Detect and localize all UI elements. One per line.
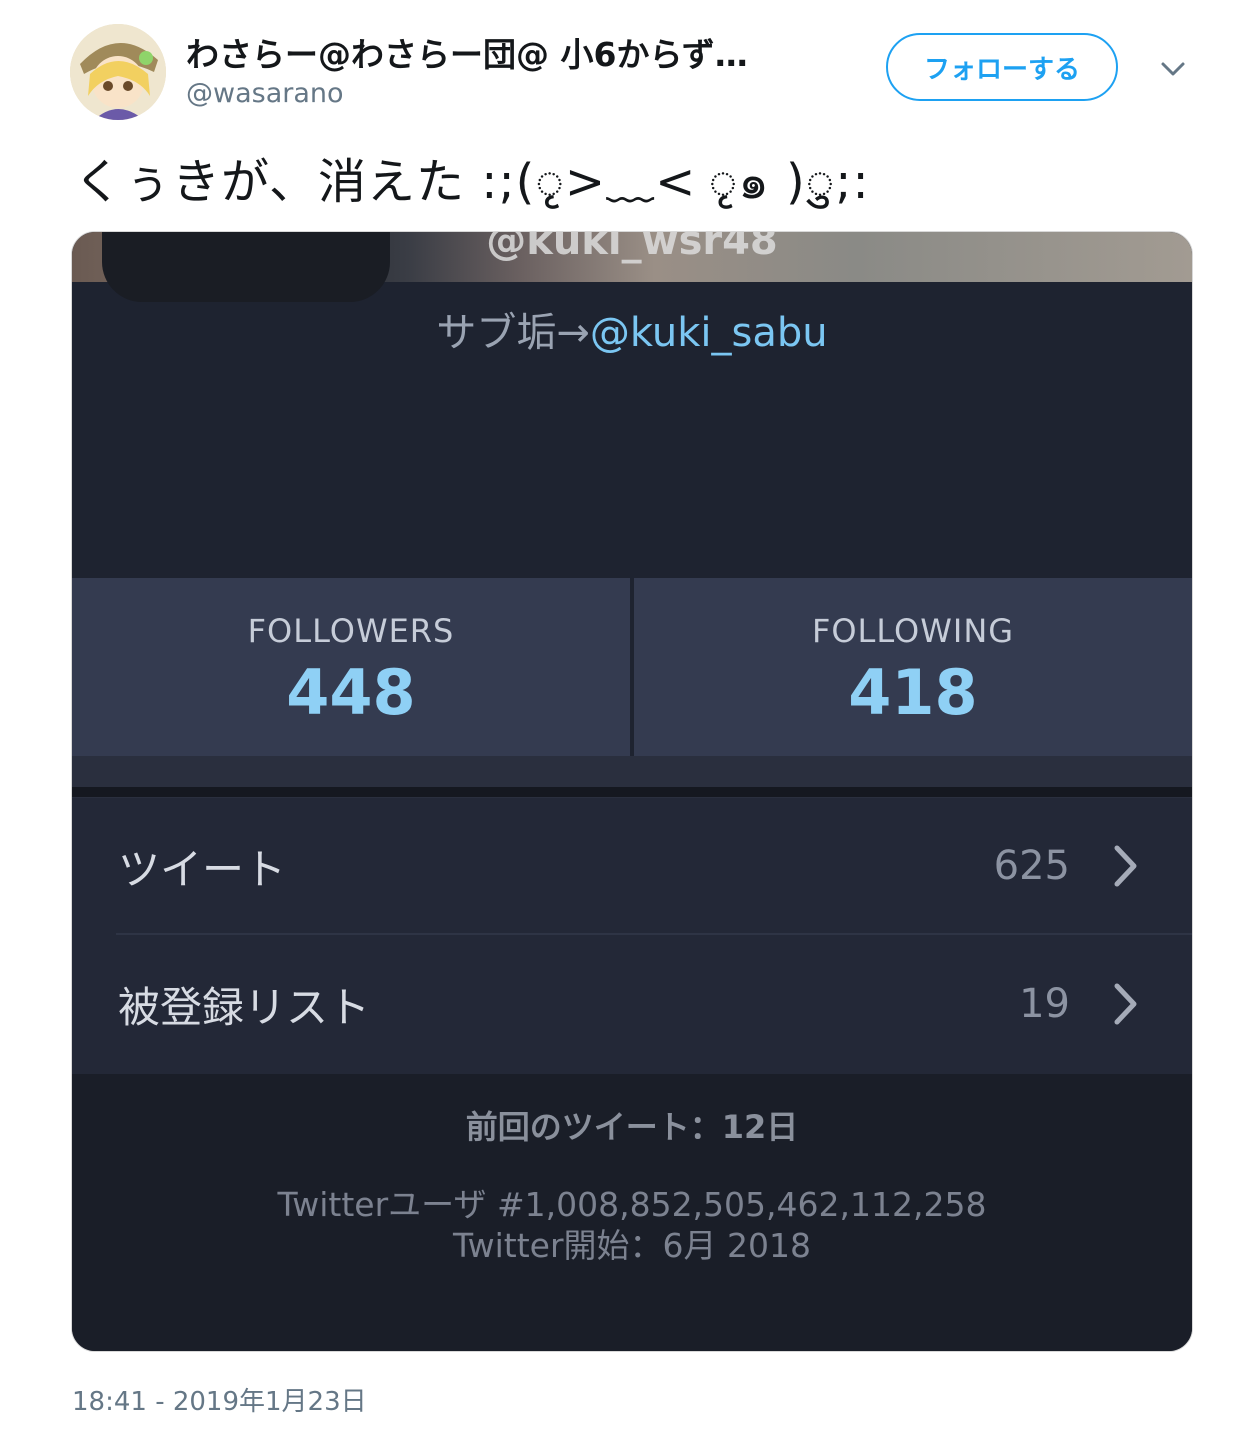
tweet-image[interactable]: @kuki_wsr48 サブ垢→@kuki_sabu FOLLOWERS 448… — [71, 231, 1193, 1352]
avatar-image — [70, 24, 166, 120]
user-name[interactable]: わさらー@わさらー団@ 小6からず… — [186, 28, 748, 76]
followers-value: 448 — [286, 656, 416, 729]
followers-label: FOLLOWERS — [247, 612, 455, 650]
tweet-text: くぅきが、消えた :;(ृ>﹏< ृ๑ )ु;: — [74, 154, 870, 210]
chevron-right-icon — [1114, 983, 1137, 1025]
list-item-tweets: ツイート 625 — [72, 798, 1192, 934]
cover-handle: @kuki_wsr48 — [486, 231, 778, 264]
following-stat: FOLLOWING 418 — [634, 578, 1192, 756]
following-label: FOLLOWING — [811, 612, 1015, 650]
bio-link: @kuki_sabu — [589, 310, 828, 356]
row-label: 被登録リスト — [118, 982, 371, 1032]
joined-date: Twitter開始：6月 2018 — [452, 1226, 812, 1265]
profile-bio: サブ垢→@kuki_sabu — [72, 300, 1192, 358]
last-tweet-info: 前回のツイート：12日 — [465, 1108, 799, 1146]
bio-prefix: サブ垢→ — [436, 310, 590, 356]
follow-button[interactable]: フォローする — [886, 33, 1118, 101]
user-handle[interactable]: @wasarano — [186, 78, 344, 109]
list-item-listed: 被登録リスト 19 — [72, 936, 1192, 1072]
caret-down-icon[interactable] — [1158, 58, 1188, 80]
followers-stat: FOLLOWERS 448 — [72, 578, 630, 756]
row-divider — [116, 933, 1192, 935]
following-value: 418 — [848, 656, 978, 729]
section-divider — [72, 787, 1192, 797]
chevron-right-icon — [1114, 845, 1137, 887]
avatar[interactable] — [70, 24, 166, 120]
row-count: 19 — [1019, 981, 1070, 1027]
row-label: ツイート — [118, 844, 287, 894]
tweet-timestamp[interactable]: 18:41 - 2019年1月23日 — [72, 1381, 367, 1418]
stats-panel: FOLLOWERS 448 FOLLOWING 418 — [72, 578, 1192, 756]
row-count: 625 — [993, 843, 1070, 889]
